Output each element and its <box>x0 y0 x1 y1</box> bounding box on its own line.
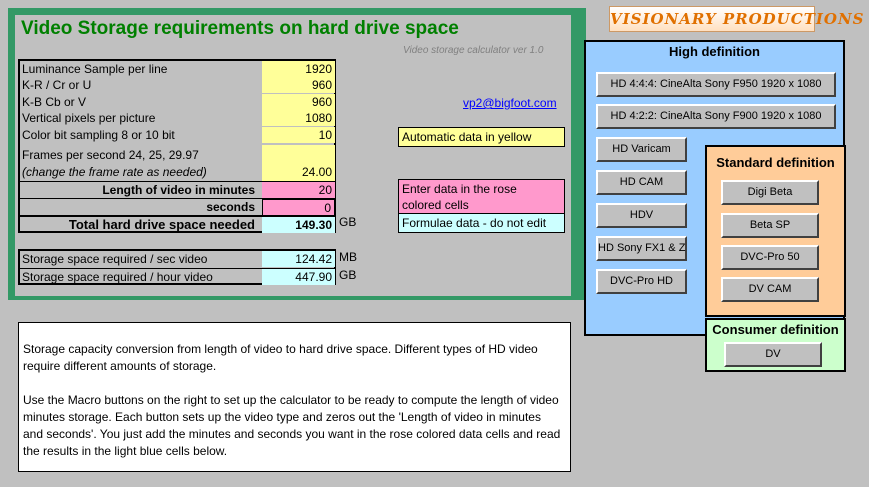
legend-blue: Formulae data - do not edit <box>398 213 565 233</box>
hd-422-f900-button[interactable]: HD 4:2:2: CineAlta Sony F900 1920 x 1080 <box>596 104 836 129</box>
high-definition-title: High definition <box>669 44 760 59</box>
version-label: Video storage calculator ver 1.0 <box>403 45 544 56</box>
storage-table: Storage space required / sec video 124.4… <box>18 249 336 285</box>
fps-label: Frames per second 24, 25, 29.97 <box>22 148 199 162</box>
storage-hour-label: Storage space required / hour video <box>22 270 213 284</box>
vertical-pixels-cell[interactable]: 1080 <box>262 110 335 126</box>
dvc-pro-hd-button[interactable]: DVC-Pro HD <box>596 269 687 294</box>
description-paragraph-2: Use the Macro buttons on the right to se… <box>23 393 561 458</box>
total-cell: 149.30 <box>262 217 335 233</box>
storage-hour-cell: 447.90 <box>262 269 335 285</box>
dv-button[interactable]: DV <box>724 342 822 367</box>
fps-note: (change the frame rate as needed) <box>22 165 207 179</box>
legend-blue-text: Formulae data - do not edit <box>402 216 547 230</box>
legend-rose: Enter data in the rose colored cells <box>398 179 565 214</box>
hd-sony-fx1-z-button[interactable]: HD Sony FX1 & Z <box>596 236 687 261</box>
beta-sp-button[interactable]: Beta SP <box>721 213 819 238</box>
storage-hour-unit: GB <box>339 268 357 282</box>
hd-varicam-button[interactable]: HD Varicam <box>596 137 687 162</box>
color-bit-label: Color bit sampling 8 or 10 bit <box>22 128 175 142</box>
minutes-label: Length of video in minutes <box>102 183 255 197</box>
storage-sec-unit: MB <box>339 250 357 264</box>
description-paragraph-1: Storage capacity conversion from length … <box>23 342 538 373</box>
digi-beta-button[interactable]: Digi Beta <box>721 180 819 205</box>
color-bit-cell[interactable]: 10 <box>262 127 335 143</box>
kb-label: K-B Cb or V <box>22 95 87 109</box>
fps-cell[interactable]: 24.00 <box>262 145 335 181</box>
dv-cam-button[interactable]: DV CAM <box>721 277 819 302</box>
hd-cam-button[interactable]: HD CAM <box>596 170 687 195</box>
page-title: Video Storage requirements on hard drive… <box>21 18 459 39</box>
standard-definition-panel: Standard definition Digi Beta Beta SP DV… <box>705 145 846 317</box>
legend-yellow-text: Automatic data in yellow <box>402 130 532 144</box>
storage-sec-cell: 124.42 <box>262 251 335 267</box>
legend-rose-line1: Enter data in the rose <box>402 182 517 196</box>
kb-cell[interactable]: 960 <box>262 94 335 110</box>
luminance-cell[interactable]: 1920 <box>262 61 335 77</box>
legend-yellow: Automatic data in yellow <box>398 127 565 147</box>
consumer-definition-title: Consumer definition <box>712 322 839 337</box>
visionary-productions-logo: VISIONARY PRODUCTIONS <box>609 6 863 32</box>
hd-444-f950-button[interactable]: HD 4:4:4: CineAlta Sony F950 1920 x 1080 <box>596 72 836 97</box>
minutes-cell[interactable]: 20 <box>262 182 335 198</box>
legend-rose-line2: colored cells <box>402 198 469 212</box>
seconds-label: seconds <box>206 200 255 214</box>
total-unit: GB <box>339 215 357 229</box>
storage-sec-label: Storage space required / sec video <box>22 252 208 266</box>
vertical-pixels-label: Vertical pixels per picture <box>22 111 156 125</box>
total-label: Total hard drive space needed <box>68 217 255 232</box>
standard-definition-title: Standard definition <box>716 155 835 170</box>
input-table: Luminance Sample per line 1920 K-R / Cr … <box>18 59 336 233</box>
email-link[interactable]: vp2@bigfoot.com <box>463 96 557 110</box>
hdv-button[interactable]: HDV <box>596 203 687 228</box>
kr-label: K-R / Cr or U <box>22 78 92 92</box>
dvc-pro-50-button[interactable]: DVC-Pro 50 <box>721 245 819 270</box>
description-box: Storage capacity conversion from length … <box>18 322 571 472</box>
consumer-definition-panel: Consumer definition DV <box>705 318 846 372</box>
luminance-label: Luminance Sample per line <box>22 62 168 76</box>
kr-cell[interactable]: 960 <box>262 77 335 93</box>
